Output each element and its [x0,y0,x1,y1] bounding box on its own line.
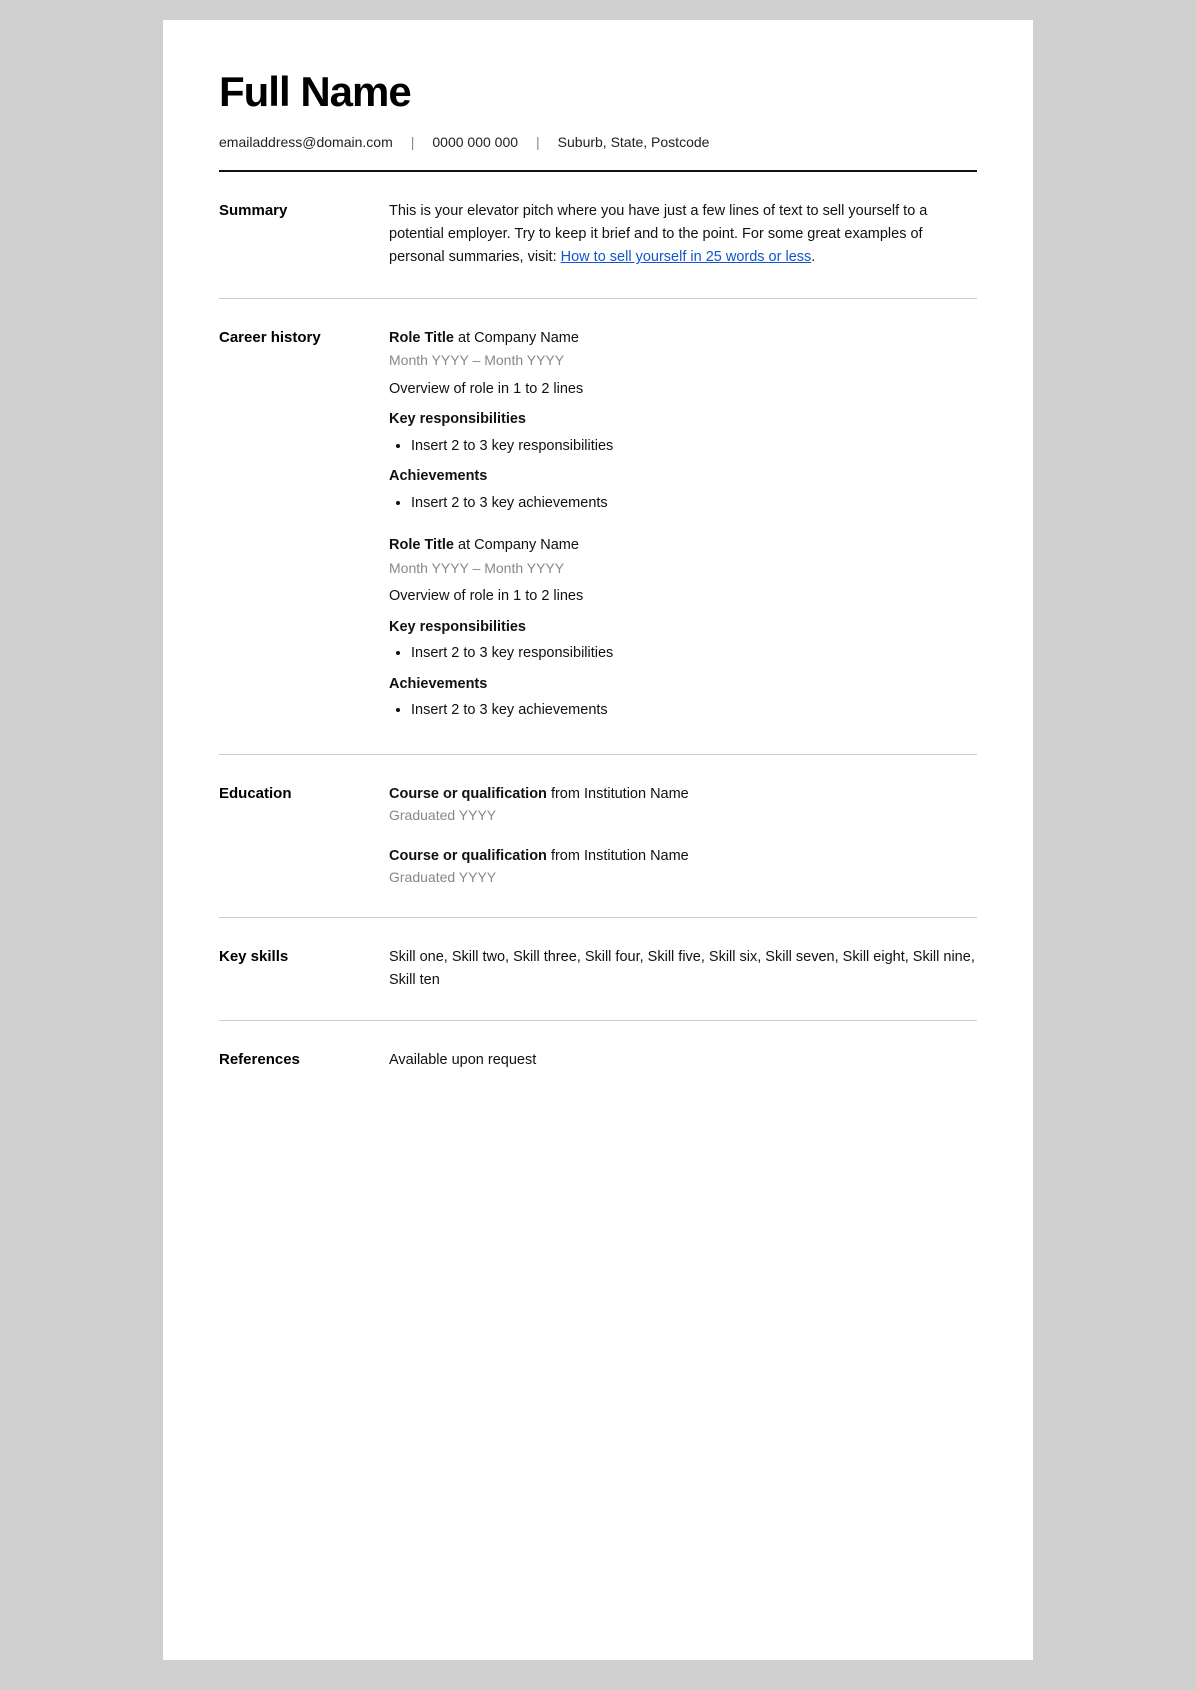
role-1-overview: Overview of role in 1 to 2 lines [389,378,977,400]
role-2-date: Month YYYY – Month YYYY [389,558,977,580]
edu-block-1: Course or qualification from Institution… [389,783,977,827]
career-history-label: Career history [219,327,389,726]
role-1-responsibility-1: Insert 2 to 3 key responsibilities [411,435,977,457]
education-section: Education Course or qualification from I… [219,755,977,918]
role-1-achievement-1: Insert 2 to 3 key achievements [411,492,977,514]
edu-1-course-bold: Course or qualification [389,786,547,802]
edu-2-course-rest: from Institution Name [547,848,689,864]
edu-1-graduated: Graduated YYYY [389,805,977,827]
role-2-title-line: Role Title at Company Name [389,534,977,556]
location: Suburb, State, Postcode [558,134,710,150]
key-skills-section: Key skills Skill one, Skill two, Skill t… [219,918,977,1021]
role-1-company: at Company Name [458,330,579,346]
role-2-achievements-list: Insert 2 to 3 key achievements [389,699,977,721]
role-block-2: Role Title at Company Name Month YYYY – … [389,534,977,722]
role-2-achievements-heading: Achievements [389,673,977,695]
summary-text-after: . [811,249,815,265]
key-skills-label: Key skills [219,946,389,992]
references-text: Available upon request [389,1049,977,1071]
edu-1-course-line: Course or qualification from Institution… [389,783,977,805]
divider-2: | [536,134,540,150]
role-2-title: Role Title [389,537,454,553]
references-section: References Available upon request [219,1021,977,1099]
edu-2-course-line: Course or qualification from Institution… [389,845,977,867]
role-1-title: Role Title [389,330,454,346]
role-1-responsibilities-heading: Key responsibilities [389,408,977,430]
role-1-achievements-list: Insert 2 to 3 key achievements [389,492,977,514]
role-1-achievements-heading: Achievements [389,465,977,487]
key-skills-content: Skill one, Skill two, Skill three, Skill… [389,946,977,992]
edu-1-course-rest: from Institution Name [547,786,689,802]
summary-label: Summary [219,200,389,270]
edu-2-course-bold: Course or qualification [389,848,547,864]
role-2-company: at Company Name [458,537,579,553]
role-2-overview: Overview of role in 1 to 2 lines [389,585,977,607]
career-history-section: Career history Role Title at Company Nam… [219,299,977,755]
summary-content: This is your elevator pitch where you ha… [389,200,977,270]
education-content: Course or qualification from Institution… [389,783,977,889]
edu-block-2: Course or qualification from Institution… [389,845,977,889]
phone: 0000 000 000 [432,134,518,150]
summary-text: This is your elevator pitch where you ha… [389,203,927,265]
references-content: Available upon request [389,1049,977,1071]
role-2-achievement-1: Insert 2 to 3 key achievements [411,699,977,721]
email: emailaddress@domain.com [219,134,393,150]
divider-1: | [411,134,415,150]
role-2-responsibility-1: Insert 2 to 3 key responsibilities [411,642,977,664]
summary-link[interactable]: How to sell yourself in 25 words or less [561,249,812,265]
role-block-1: Role Title at Company Name Month YYYY – … [389,327,977,515]
skills-text: Skill one, Skill two, Skill three, Skill… [389,946,977,992]
role-1-date: Month YYYY – Month YYYY [389,350,977,372]
summary-section: Summary This is your elevator pitch wher… [219,172,977,299]
role-2-responsibilities-list: Insert 2 to 3 key responsibilities [389,642,977,664]
education-label: Education [219,783,389,889]
references-label: References [219,1049,389,1071]
career-history-content: Role Title at Company Name Month YYYY – … [389,327,977,726]
contact-bar: emailaddress@domain.com | 0000 000 000 |… [219,134,977,150]
edu-2-graduated: Graduated YYYY [389,867,977,889]
role-2-responsibilities-heading: Key responsibilities [389,616,977,638]
role-1-responsibilities-list: Insert 2 to 3 key responsibilities [389,435,977,457]
role-1-title-line: Role Title at Company Name [389,327,977,349]
resume-page: Full Name emailaddress@domain.com | 0000… [163,20,1033,1660]
full-name: Full Name [219,68,977,116]
